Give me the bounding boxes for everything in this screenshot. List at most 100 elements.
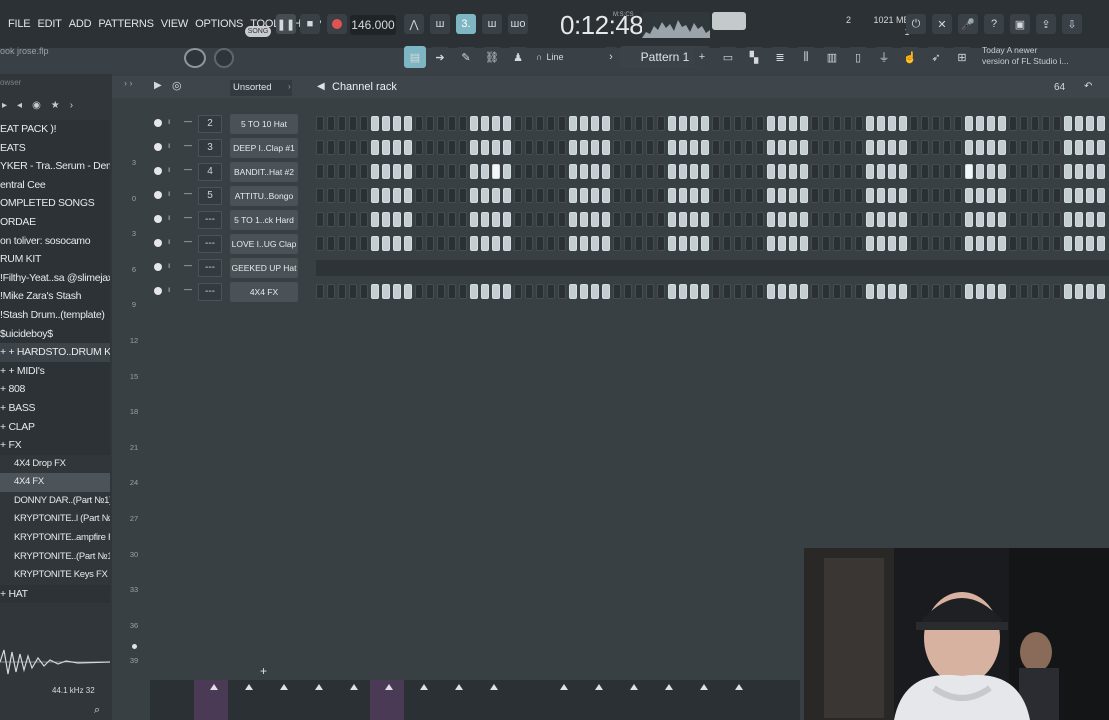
step-button[interactable] — [536, 116, 544, 131]
step-button[interactable] — [1009, 116, 1017, 131]
step-button[interactable] — [723, 212, 731, 227]
step-button[interactable] — [514, 140, 522, 155]
step-button[interactable] — [503, 212, 511, 227]
step-button[interactable] — [921, 140, 929, 155]
browser-item[interactable]: + FX — [0, 436, 110, 455]
channel-mute-button[interactable]: ı — [168, 141, 176, 153]
browser-item[interactable]: + HAT — [0, 584, 110, 604]
step-button[interactable] — [767, 236, 775, 251]
step-button[interactable] — [415, 140, 423, 155]
step-button[interactable] — [822, 188, 830, 203]
step-button[interactable] — [1075, 284, 1083, 299]
step-button[interactable] — [503, 116, 511, 131]
step-button[interactable] — [591, 188, 599, 203]
step-button[interactable] — [569, 284, 577, 299]
step-button[interactable] — [745, 164, 753, 179]
step-button[interactable] — [899, 212, 907, 227]
add-pattern-button[interactable]: + — [694, 47, 710, 67]
browser-item[interactable]: + + MIDI's — [0, 361, 110, 381]
step-button[interactable] — [349, 140, 357, 155]
step-button[interactable] — [415, 284, 423, 299]
step-button[interactable] — [1031, 284, 1039, 299]
step-button[interactable] — [547, 140, 555, 155]
step-button[interactable] — [888, 284, 896, 299]
step-button[interactable] — [646, 116, 654, 131]
step-button[interactable] — [481, 212, 489, 227]
step-button[interactable] — [481, 188, 489, 203]
step-button[interactable] — [635, 140, 643, 155]
step-button[interactable] — [822, 236, 830, 251]
step-button[interactable] — [393, 164, 401, 179]
step-button[interactable] — [360, 284, 368, 299]
step-button[interactable] — [1053, 236, 1061, 251]
step-button[interactable] — [338, 164, 346, 179]
step-button[interactable] — [327, 116, 335, 131]
step-button[interactable] — [327, 188, 335, 203]
step-button[interactable] — [789, 284, 797, 299]
channel-piano-roll-preview[interactable] — [316, 260, 1109, 276]
step-button[interactable] — [1020, 284, 1028, 299]
step-button[interactable] — [712, 212, 720, 227]
step-button[interactable] — [745, 188, 753, 203]
step-button[interactable] — [1075, 188, 1083, 203]
step-button[interactable] — [657, 236, 665, 251]
step-button[interactable] — [613, 116, 621, 131]
step-button[interactable] — [877, 164, 885, 179]
store-button[interactable]: ⊞ — [952, 47, 972, 67]
step-button[interactable] — [910, 284, 918, 299]
step-button[interactable] — [558, 116, 566, 131]
pattern-prev-button[interactable]: › — [604, 47, 618, 67]
step-button[interactable] — [679, 236, 687, 251]
step-button[interactable] — [1097, 212, 1105, 227]
chevron-right-icon[interactable]: › — [70, 100, 73, 116]
step-button[interactable] — [448, 164, 456, 179]
browser-item[interactable]: YKER - Tra..Serum - Demo — [0, 157, 110, 176]
step-button[interactable] — [569, 188, 577, 203]
step-button[interactable] — [987, 236, 995, 251]
step-button[interactable] — [679, 116, 687, 131]
step-button[interactable] — [965, 116, 973, 131]
step-button[interactable] — [514, 164, 522, 179]
step-button[interactable] — [1020, 236, 1028, 251]
channel-mixer-track[interactable]: --- — [198, 235, 222, 253]
step-button[interactable] — [316, 236, 324, 251]
step-button[interactable] — [1064, 116, 1072, 131]
channel-mixer-track[interactable]: 4 — [198, 163, 222, 181]
step-button[interactable] — [338, 212, 346, 227]
triangle-marker-icon[interactable] — [490, 684, 498, 690]
step-button[interactable] — [866, 212, 874, 227]
step-button[interactable] — [492, 236, 500, 251]
channel-mute-button[interactable]: ı — [168, 261, 176, 273]
step-button[interactable] — [811, 164, 819, 179]
browser-item[interactable]: KRYPTONITE Keys FX — [0, 566, 110, 585]
step-button[interactable] — [492, 140, 500, 155]
recording-button[interactable]: 🎤 — [958, 14, 978, 34]
step-button[interactable] — [679, 284, 687, 299]
master-volume[interactable] — [712, 12, 746, 30]
stamp-tool[interactable]: ♟ — [508, 47, 528, 67]
triangle-marker-icon[interactable] — [665, 684, 673, 690]
draw-tool[interactable]: ✎ — [456, 47, 476, 67]
step-button[interactable] — [877, 188, 885, 203]
step-button[interactable] — [481, 164, 489, 179]
browser-item[interactable]: !Stash Drum..(template) — [0, 305, 110, 325]
step-button[interactable] — [833, 116, 841, 131]
step-button[interactable] — [646, 212, 654, 227]
step-button[interactable] — [1097, 188, 1105, 203]
step-button[interactable] — [800, 164, 808, 179]
step-button[interactable] — [767, 116, 775, 131]
tempo-display[interactable]: 146.000 — [350, 15, 396, 35]
step-button[interactable] — [1009, 212, 1017, 227]
step-button[interactable] — [459, 212, 467, 227]
step-button[interactable] — [844, 164, 852, 179]
step-button[interactable] — [382, 164, 390, 179]
search-icon[interactable]: ⌕ — [94, 704, 100, 717]
step-button[interactable] — [932, 188, 940, 203]
step-button[interactable] — [910, 140, 918, 155]
step-button[interactable] — [1009, 140, 1017, 155]
step-button[interactable] — [646, 164, 654, 179]
step-button[interactable] — [525, 140, 533, 155]
step-button[interactable] — [679, 164, 687, 179]
step-button[interactable] — [866, 116, 874, 131]
browser-item[interactable]: EATS — [0, 138, 110, 158]
